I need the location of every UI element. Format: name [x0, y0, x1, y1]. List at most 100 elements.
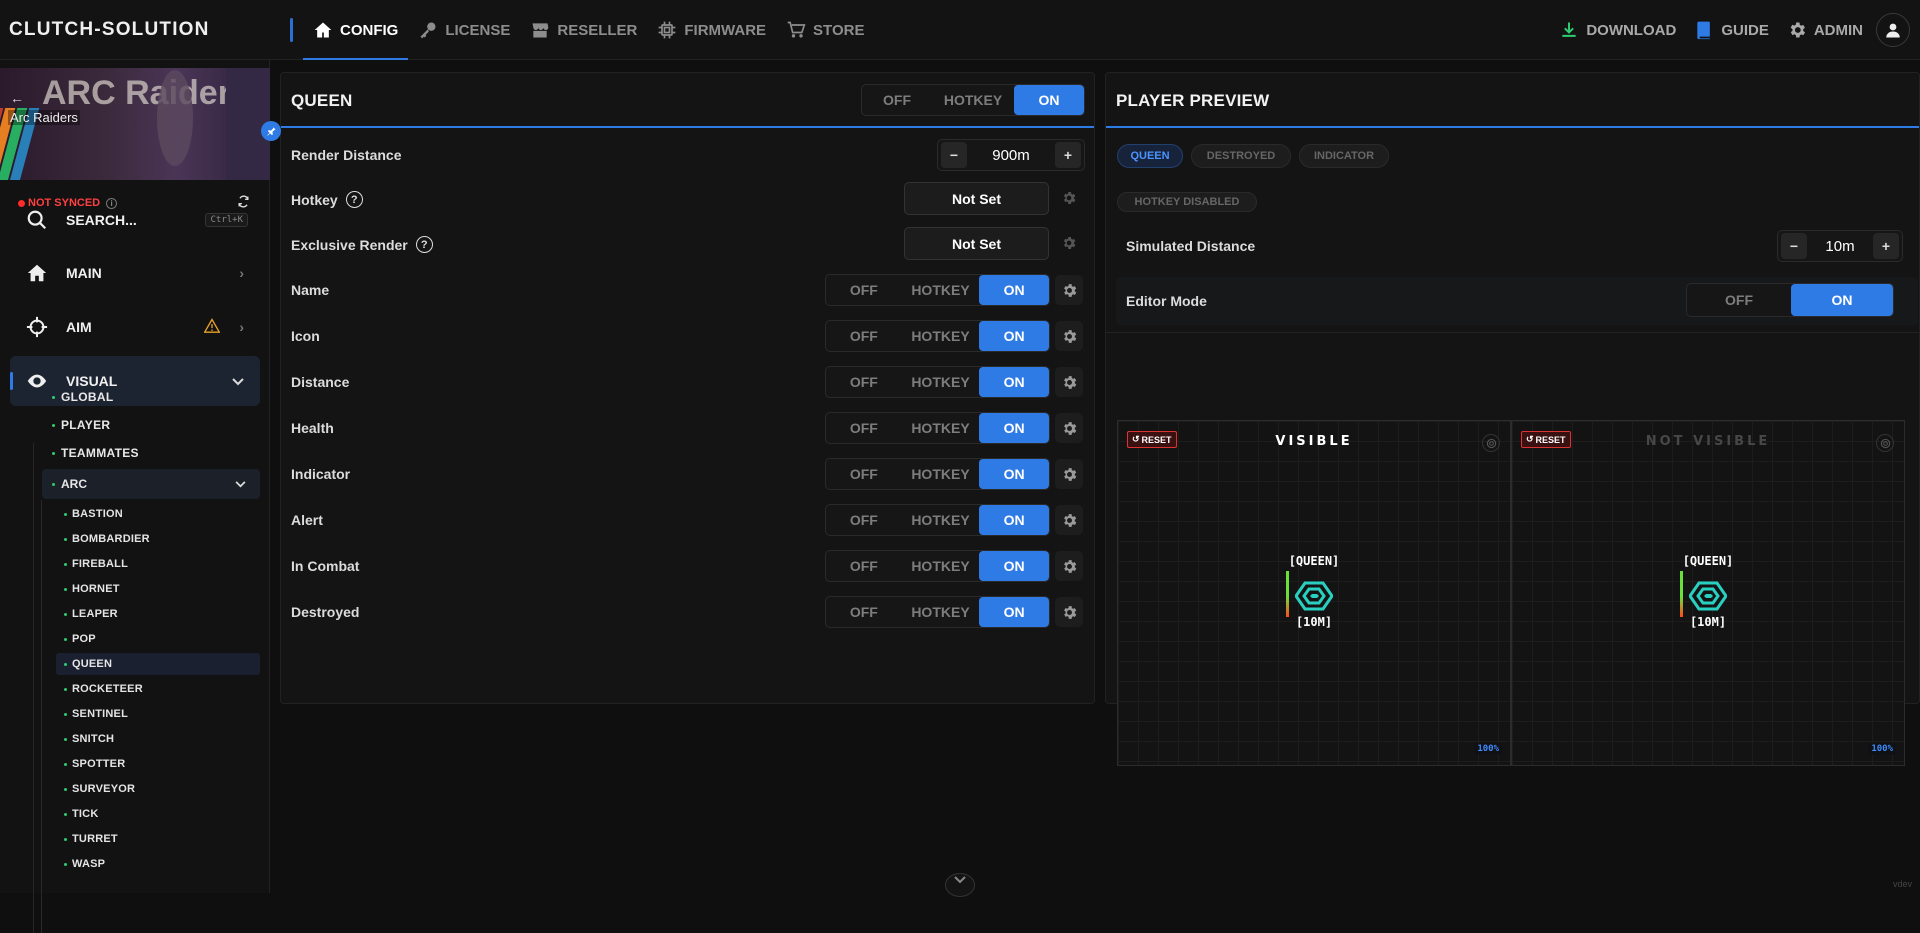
distance-off-option[interactable]: OFF: [826, 367, 902, 397]
health-settings-button[interactable]: [1055, 413, 1083, 443]
alert-settings-button[interactable]: [1055, 505, 1083, 535]
sidebar-item-spotter[interactable]: SPOTTER: [56, 753, 260, 775]
nav-admin[interactable]: ADMIN: [1778, 0, 1872, 60]
name-off-option[interactable]: OFF: [826, 275, 902, 305]
editor-mode-off-option[interactable]: OFF: [1687, 284, 1791, 316]
name-settings-button[interactable]: [1055, 275, 1083, 305]
scroll-down-button[interactable]: [945, 873, 975, 897]
sidebar-item-turret[interactable]: TURRET: [56, 828, 260, 850]
sidebar-item-snitch[interactable]: SNITCH: [56, 728, 260, 750]
sidebar-item-rocketeer[interactable]: ROCKETEER: [56, 678, 260, 700]
alert-hotkey-option[interactable]: HOTKEY: [902, 505, 980, 535]
indicator-on-option[interactable]: ON: [979, 459, 1049, 489]
back-arrow-icon[interactable]: ←: [10, 90, 24, 106]
sidebar-item-arc[interactable]: ARC: [42, 469, 260, 499]
sidebar-item-tick[interactable]: TICK: [56, 803, 260, 825]
sidebar-item-leaper[interactable]: LEAPER: [56, 603, 260, 625]
health-hotkey-option[interactable]: HOTKEY: [902, 413, 980, 443]
distance-settings-button[interactable]: [1055, 367, 1083, 397]
canvas-settings-button[interactable]: [1482, 434, 1500, 452]
in-combat-on-option[interactable]: ON: [979, 551, 1049, 581]
status-dot: [64, 788, 67, 791]
in-combat-label: In Combat: [291, 558, 359, 574]
health-off-option[interactable]: OFF: [826, 413, 902, 443]
sidebar-item-surveyor[interactable]: SURVEYOR: [56, 778, 260, 800]
sidebar-item-wasp[interactable]: WASP: [56, 853, 260, 875]
render-distance-value[interactable]: 900m: [970, 147, 1052, 164]
master-off-option[interactable]: OFF: [862, 85, 932, 115]
nav-reseller[interactable]: RESELLER: [520, 0, 647, 60]
sidebar-item-queen[interactable]: QUEEN: [56, 653, 260, 675]
editor-mode-on-option[interactable]: ON: [1791, 284, 1893, 316]
sidebar-item-label: QUEEN: [72, 658, 112, 670]
master-on-option[interactable]: ON: [1014, 85, 1084, 115]
decrement-button[interactable]: −: [941, 142, 967, 168]
nav-download[interactable]: DOWNLOAD: [1550, 0, 1685, 60]
exclusive-render-settings-button[interactable]: [1055, 228, 1083, 258]
canvas-settings-button[interactable]: [1876, 434, 1894, 452]
indicator-settings-button[interactable]: [1055, 459, 1083, 489]
sidebar-item-pop[interactable]: POP: [56, 628, 260, 650]
sidebar-item-bombardier[interactable]: BOMBARDIER: [56, 528, 260, 550]
sidebar-item-global[interactable]: GLOBAL: [52, 386, 113, 408]
master-hotkey-option[interactable]: HOTKEY: [932, 85, 1014, 115]
health-on-option[interactable]: ON: [979, 413, 1049, 443]
destroyed-hotkey-option[interactable]: HOTKEY: [902, 597, 980, 627]
hotkey-settings-button[interactable]: [1055, 183, 1083, 213]
destroyed-on-option[interactable]: ON: [979, 597, 1049, 627]
nav-firmware[interactable]: FIRMWARE: [647, 0, 776, 60]
distance-on-option[interactable]: ON: [979, 367, 1049, 397]
sidebar-item-label: TICK: [72, 808, 98, 820]
in-combat-hotkey-option[interactable]: HOTKEY: [902, 551, 980, 581]
sidebar-item-hornet[interactable]: HORNET: [56, 578, 260, 600]
name-on-option[interactable]: ON: [979, 275, 1049, 305]
help-icon[interactable]: ?: [416, 236, 433, 253]
increment-button[interactable]: +: [1055, 142, 1081, 168]
game-banner[interactable]: ARC Raiders ← Arc Raiders: [0, 68, 270, 180]
simulated-distance-value[interactable]: 10m: [1810, 238, 1870, 255]
in-combat-settings-button[interactable]: [1055, 551, 1083, 581]
destroyed-settings-button[interactable]: [1055, 597, 1083, 627]
alert-on-option[interactable]: ON: [979, 505, 1049, 535]
user-avatar[interactable]: [1876, 13, 1910, 47]
help-icon[interactable]: ?: [346, 191, 363, 208]
preview-tab-indicator[interactable]: INDICATOR: [1299, 144, 1389, 168]
icon-settings-button[interactable]: [1055, 321, 1083, 351]
brand-divider: [290, 18, 293, 42]
preview-tab-queen[interactable]: QUEEN: [1117, 144, 1183, 168]
sidebar-item-aim[interactable]: AIM ›: [10, 302, 260, 352]
sidebar-item-sentinel[interactable]: SENTINEL: [56, 703, 260, 725]
in-combat-off-option[interactable]: OFF: [826, 551, 902, 581]
simulated-distance-label: Simulated Distance: [1126, 238, 1255, 254]
sidebar-item-fireball[interactable]: FIREBALL: [56, 553, 260, 575]
sidebar-item-player[interactable]: PLAYER: [52, 414, 110, 436]
icon-off-option[interactable]: OFF: [826, 321, 902, 351]
indicator-hotkey-option[interactable]: HOTKEY: [902, 459, 980, 489]
sidebar-item-main[interactable]: MAIN ›: [10, 248, 260, 298]
increment-button[interactable]: +: [1873, 233, 1899, 259]
sidebar-item-visual[interactable]: VISUAL: [10, 356, 260, 406]
not-visible-preview-canvas[interactable]: ↺RESETNOT VISIBLE[QUEEN][10M]100%: [1511, 420, 1905, 766]
icon-on-option[interactable]: ON: [979, 321, 1049, 351]
decrement-button[interactable]: −: [1781, 233, 1807, 259]
brand-logo[interactable]: CLUTCH-SOLUTION: [9, 19, 210, 41]
sidebar-search[interactable]: SEARCH... Ctrl+K: [10, 195, 260, 245]
sidebar-item-teammates[interactable]: TEAMMATES: [52, 442, 139, 464]
sidebar-item-bastion[interactable]: BASTION: [56, 503, 260, 525]
canvas-title: NOT VISIBLE: [1512, 434, 1904, 449]
pin-icon[interactable]: [261, 121, 281, 141]
alert-off-option[interactable]: OFF: [826, 505, 902, 535]
exclusive-render-binding-button[interactable]: Not Set: [904, 227, 1049, 260]
hotkey-binding-button[interactable]: Not Set: [904, 182, 1049, 215]
nav-guide[interactable]: GUIDE: [1685, 0, 1778, 60]
visible-preview-canvas[interactable]: ↺RESETVISIBLE[QUEEN][10M]100%: [1117, 420, 1511, 766]
nav-store[interactable]: STORE: [776, 0, 874, 60]
icon-hotkey-option[interactable]: HOTKEY: [902, 321, 980, 351]
destroyed-off-option[interactable]: OFF: [826, 597, 902, 627]
indicator-off-option[interactable]: OFF: [826, 459, 902, 489]
name-hotkey-option[interactable]: HOTKEY: [902, 275, 980, 305]
nav-license[interactable]: LICENSE: [408, 0, 520, 60]
preview-tab-destroyed[interactable]: DESTROYED: [1191, 144, 1291, 168]
distance-hotkey-option[interactable]: HOTKEY: [902, 367, 980, 397]
nav-config[interactable]: CONFIG: [303, 0, 408, 60]
